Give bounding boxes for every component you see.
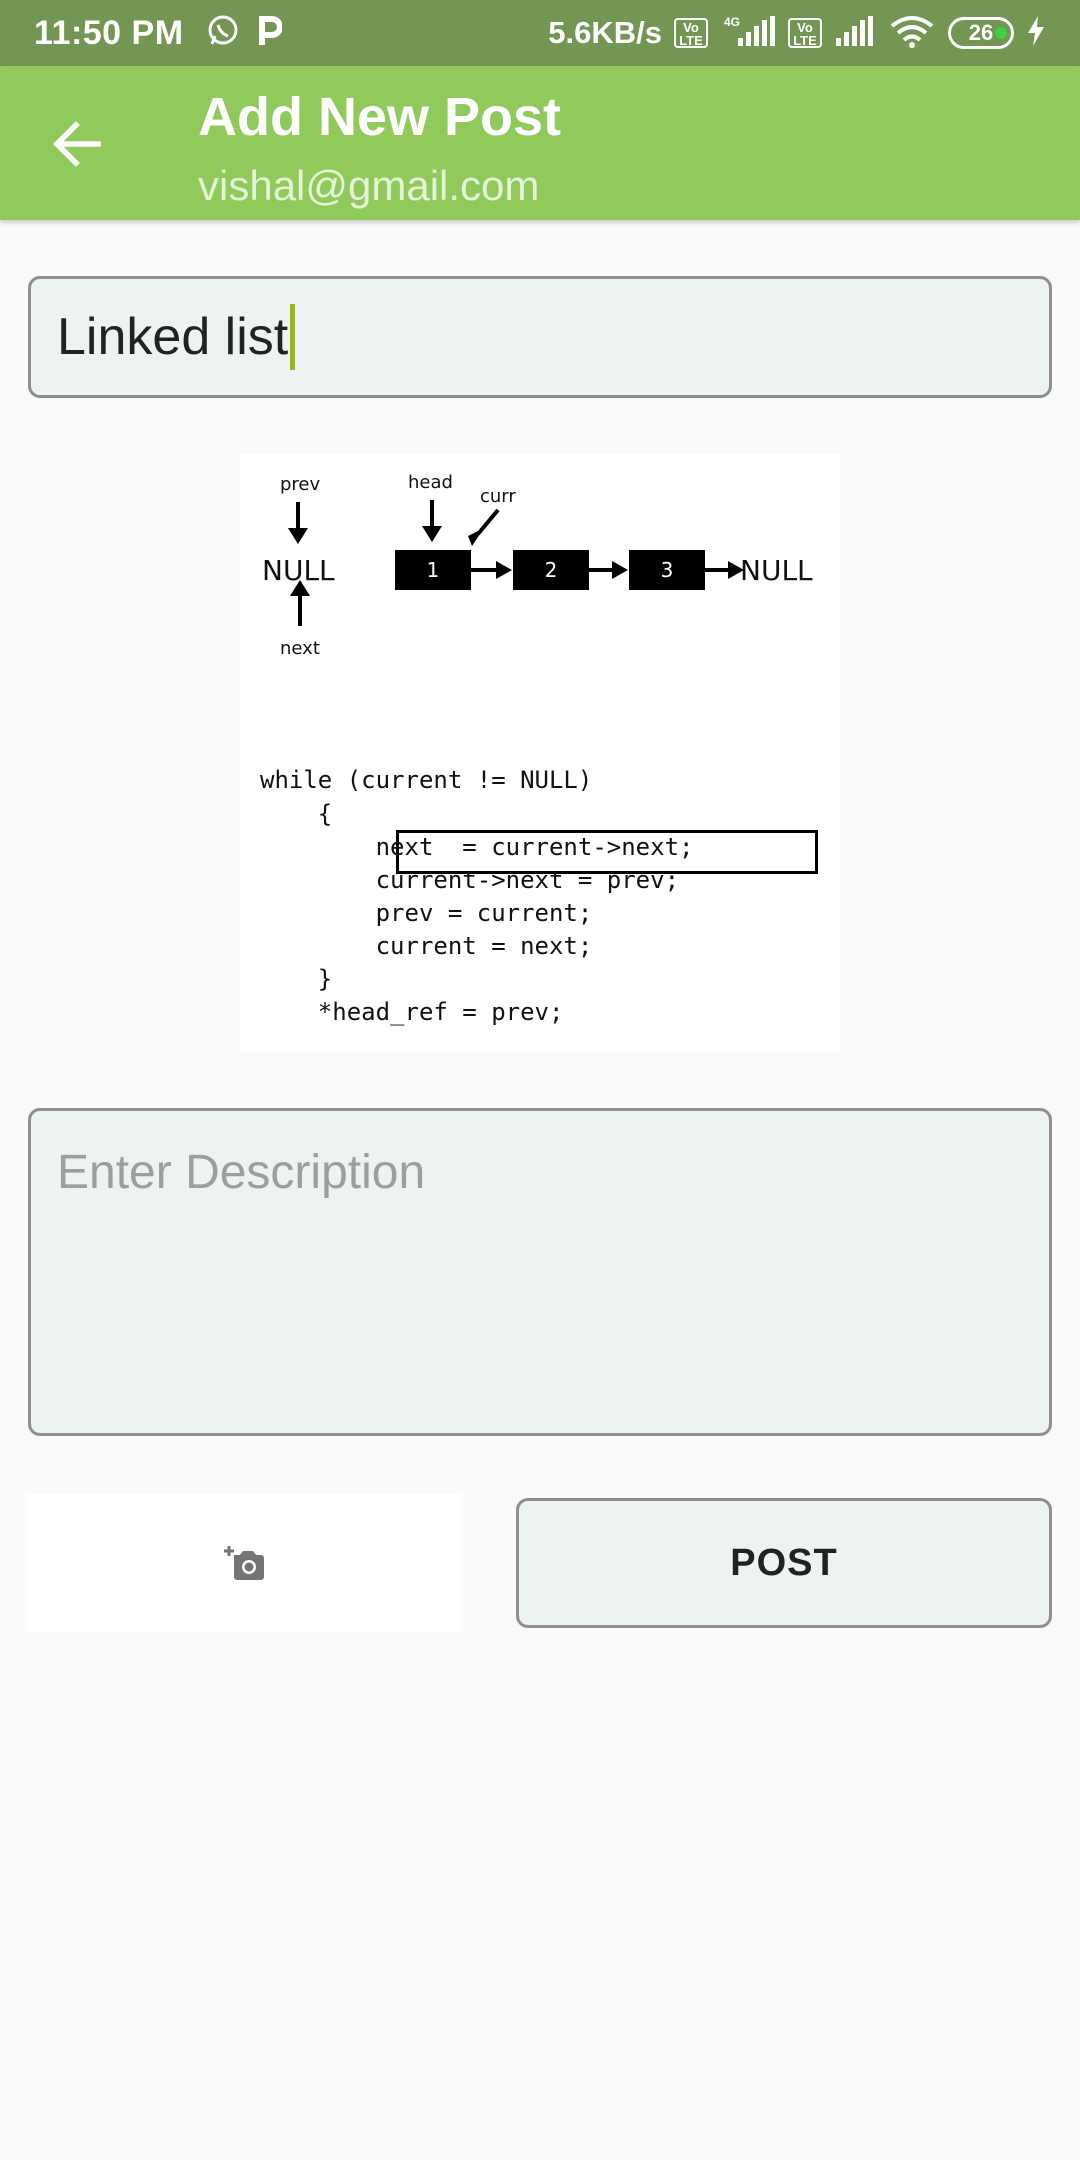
battery-level: 26 [968, 20, 994, 45]
code-line: current->next = prev; [260, 866, 680, 894]
list-node: 2 [513, 550, 589, 590]
charging-icon [1026, 15, 1046, 52]
code-line: while (current != NULL) [260, 766, 593, 794]
app-bar: Add New Post vishal@gmail.com [0, 66, 1080, 220]
post-title-input[interactable]: Linked list [28, 276, 1052, 398]
curr-label: curr [480, 486, 516, 507]
code-line: current = next; [260, 932, 593, 960]
text-caret [290, 304, 296, 370]
code-line: } [260, 965, 333, 993]
head-label: head [408, 472, 453, 493]
volte-icon-2: Vo LTE [788, 18, 822, 48]
add-photo-button[interactable] [28, 1494, 460, 1632]
prev-label: prev [280, 474, 321, 495]
wifi-icon [888, 14, 936, 53]
code-line: { [260, 800, 333, 828]
whatsapp-icon [206, 14, 240, 53]
null-right-label: NULL [740, 554, 813, 587]
code-line: *head_ref = prev; [260, 998, 564, 1026]
network-type-label: 4G [724, 15, 740, 29]
null-left-label: NULL [262, 554, 335, 587]
description-placeholder: Enter Description [57, 1146, 426, 1199]
add-photo-icon [224, 1546, 264, 1580]
battery-icon: 26 [948, 17, 1014, 49]
description-input[interactable]: Enter Description [28, 1108, 1052, 1436]
code-line: prev = current; [260, 899, 593, 927]
code-line: next = current->next; [260, 833, 694, 861]
network-speed: 5.6KB/s [548, 15, 662, 50]
arrow-back-icon [53, 121, 101, 167]
next-label: next [280, 638, 320, 659]
post-title-value: Linked list [57, 308, 289, 366]
signal-icon: 4G [720, 14, 776, 53]
selected-image-preview: prev head curr NULL NULL next 1 2 3 whil… [240, 454, 840, 1052]
user-email: vishal@gmail.com [198, 162, 540, 209]
volte-icon: Vo LTE [674, 18, 708, 48]
page-title: Add New Post [198, 87, 562, 147]
status-bar: 11:50 PM 5.6KB/s Vo LTE 4G Vo LTE 26 [0, 0, 1080, 66]
signal-icon-2 [834, 14, 876, 53]
status-time: 11:50 PM [34, 13, 184, 52]
back-button[interactable] [44, 111, 110, 177]
list-node: 3 [629, 550, 705, 590]
p-app-icon [258, 15, 283, 52]
list-node: 1 [395, 550, 471, 590]
post-button[interactable]: POST [516, 1498, 1052, 1628]
